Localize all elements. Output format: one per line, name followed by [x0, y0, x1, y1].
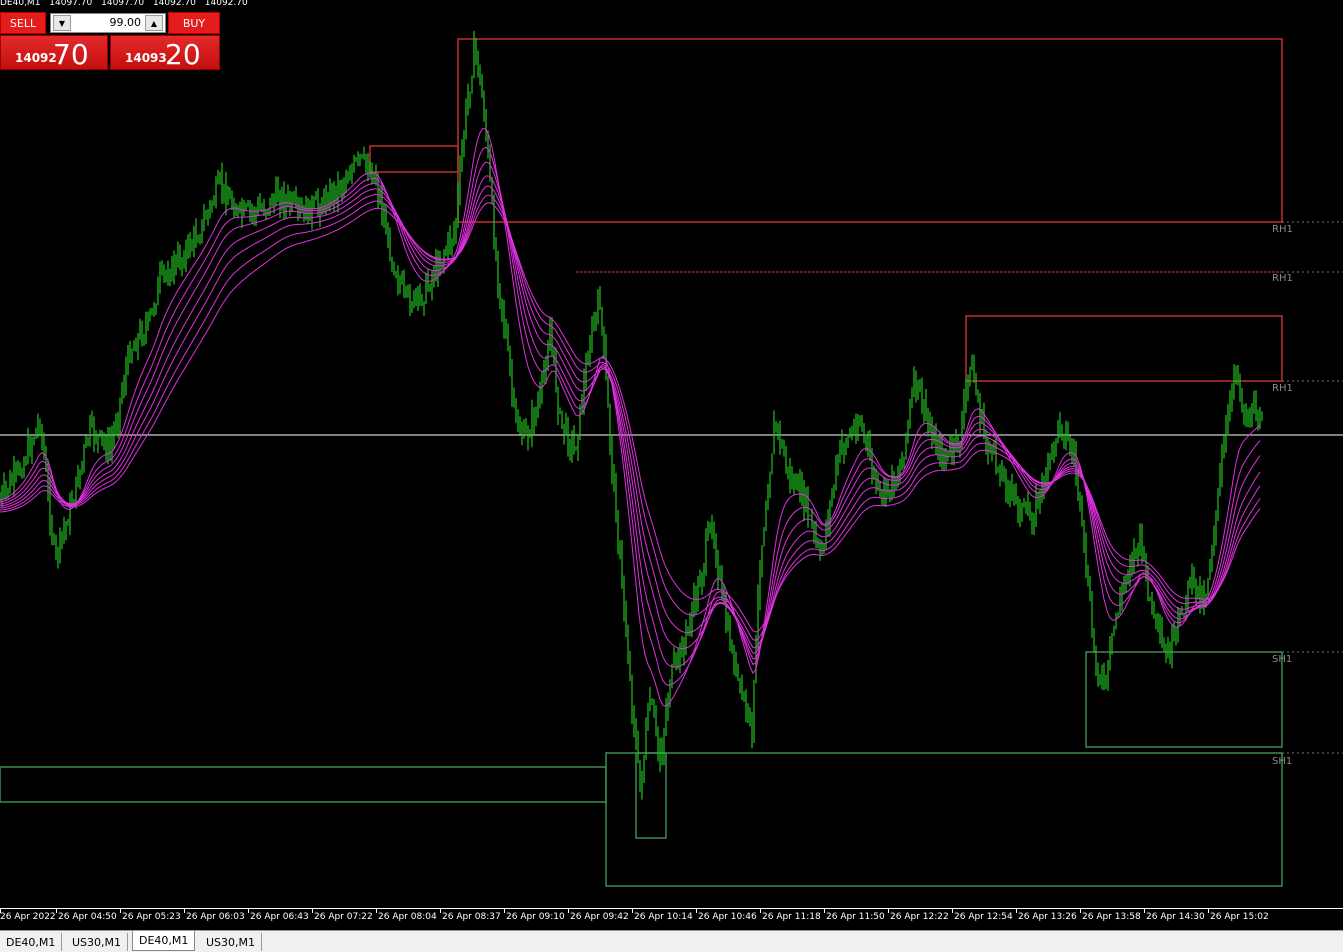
- time-tick-label: 26 Apr 10:46: [698, 912, 757, 922]
- time-tick-mark: [824, 909, 825, 913]
- time-tick-label: 26 Apr 13:26: [1018, 912, 1077, 922]
- time-tick-label: 26 Apr 11:50: [826, 912, 885, 922]
- support-zone-box: [605, 752, 1283, 887]
- level-label-sh1: SH1: [1272, 756, 1293, 767]
- time-tick-mark: [1208, 909, 1209, 913]
- level-label-sh1: SH1: [1272, 654, 1293, 665]
- time-tick-label: 26 Apr 12:22: [890, 912, 949, 922]
- ohlc-open: 14097.70: [49, 0, 93, 8]
- chart-tab[interactable]: US30,M1: [200, 933, 263, 951]
- time-tick-mark: [696, 909, 697, 913]
- level-label-rh1: RH1: [1272, 383, 1293, 394]
- moving-average-line: [0, 185, 1261, 649]
- chart-tab[interactable]: US30,M1: [66, 933, 129, 951]
- time-tick-mark: [248, 909, 249, 913]
- time-tick-mark: [1080, 909, 1081, 913]
- ohlc-close: 14092.70: [204, 0, 248, 8]
- resistance-zone-box: [369, 145, 459, 173]
- time-tick-mark: [1144, 909, 1145, 913]
- sell-price-pips: 70: [53, 38, 89, 71]
- lot-decrease-icon[interactable]: ▼: [53, 15, 71, 31]
- buy-price-main: 14093: [125, 51, 167, 65]
- time-tick-label: 26 Apr 2022: [0, 912, 56, 922]
- buy-price-button[interactable]: 14093 20: [110, 35, 220, 71]
- sell-button[interactable]: SELL: [0, 12, 46, 34]
- buy-button[interactable]: BUY: [168, 12, 220, 34]
- time-tick-label: 26 Apr 10:14: [634, 912, 693, 922]
- time-tick-mark: [632, 909, 633, 913]
- time-tick-label: 26 Apr 05:23: [122, 912, 181, 922]
- level-label-rh1: RH1: [1272, 273, 1293, 284]
- time-tick-mark: [888, 909, 889, 913]
- time-tick-mark: [184, 909, 185, 913]
- symbol-label: DE40,M1: [0, 0, 41, 8]
- time-tick-label: 26 Apr 07:22: [314, 912, 373, 922]
- chart-area[interactable]: DE40,M1 14097.70 14097.70 14092.70 14092…: [0, 0, 1343, 908]
- one-click-trading-panel: SELL ▼ 99.00 ▲ BUY 14092 70 14093 20: [0, 12, 220, 71]
- sell-price-main: 14092: [15, 51, 57, 65]
- chart-tab[interactable]: DE40,M1: [0, 933, 63, 951]
- time-tick-label: 26 Apr 09:10: [506, 912, 565, 922]
- time-tick-mark: [504, 909, 505, 913]
- time-tick-mark: [312, 909, 313, 913]
- time-tick-label: 26 Apr 13:58: [1082, 912, 1141, 922]
- time-tick-label: 26 Apr 06:43: [250, 912, 309, 922]
- sell-price-button[interactable]: 14092 70: [0, 35, 108, 71]
- support-zone-box: [1085, 651, 1283, 748]
- lot-increase-icon[interactable]: ▲: [145, 15, 163, 31]
- moving-average-line: [0, 194, 1261, 641]
- time-tick-label: 26 Apr 08:04: [378, 912, 437, 922]
- moving-average-line: [0, 146, 1261, 686]
- level-label-rh1: RH1: [1272, 224, 1293, 235]
- resistance-zone-box: [457, 38, 1283, 223]
- time-tick-label: 26 Apr 04:50: [58, 912, 117, 922]
- lot-value[interactable]: 99.00: [110, 16, 142, 29]
- buy-price-pips: 20: [165, 38, 201, 71]
- time-tick-mark: [120, 909, 121, 913]
- time-tick-mark: [376, 909, 377, 913]
- time-tick-mark: [56, 909, 57, 913]
- time-tick-label: 26 Apr 09:42: [570, 912, 629, 922]
- time-tick-label: 26 Apr 12:54: [954, 912, 1013, 922]
- moving-average-line: [0, 161, 1261, 668]
- time-tick-label: 26 Apr 06:03: [186, 912, 245, 922]
- time-tick-mark: [952, 909, 953, 913]
- price-chart[interactable]: [0, 0, 1343, 908]
- time-tick-label: 26 Apr 11:18: [762, 912, 821, 922]
- time-tick-mark: [440, 909, 441, 913]
- moving-average-line: [0, 202, 1261, 633]
- support-zone-box: [0, 766, 607, 803]
- chart-tab-active[interactable]: DE40,M1: [132, 931, 196, 951]
- time-tick-mark: [1016, 909, 1017, 913]
- time-tick-label: 26 Apr 15:02: [1210, 912, 1269, 922]
- time-tick-label: 26 Apr 08:37: [442, 912, 501, 922]
- time-tick-mark: [760, 909, 761, 913]
- moving-average-line: [0, 127, 1261, 707]
- time-tick-mark: [568, 909, 569, 913]
- chart-tab-bar: DE40,M1 US30,M1 DE40,M1 US30,M1: [0, 930, 1343, 952]
- lot-size-field[interactable]: ▼ 99.00 ▲: [50, 13, 166, 33]
- time-tick-label: 26 Apr 14:30: [1146, 912, 1205, 922]
- ohlc-low: 14092.70: [152, 0, 196, 8]
- moving-average-line: [0, 175, 1261, 654]
- chart-header: DE40,M1 14097.70 14097.70 14092.70 14092…: [0, 0, 254, 8]
- ohlc-high: 14097.70: [101, 0, 145, 8]
- time-axis: 26 Apr 2022 26 Apr 04:50 26 Apr 05:23 26…: [0, 908, 1343, 930]
